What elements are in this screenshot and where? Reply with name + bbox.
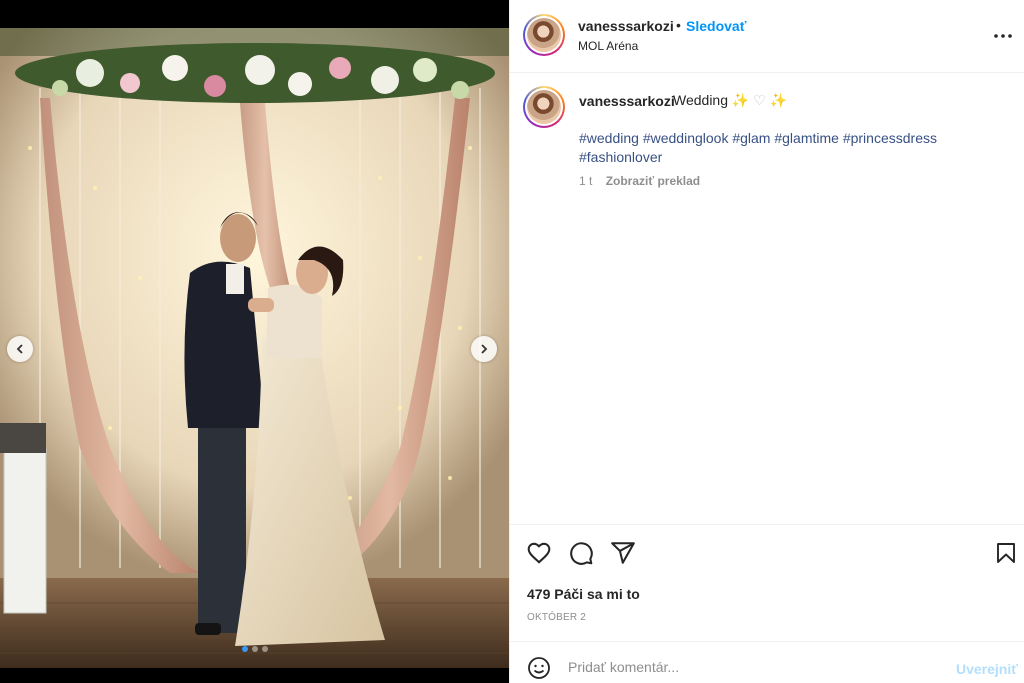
comment-icon[interactable]	[568, 540, 594, 566]
more-options-icon[interactable]	[993, 26, 1013, 46]
follow-button[interactable]: Sledovať	[686, 18, 746, 34]
post-location[interactable]: MOL Aréna	[578, 39, 638, 53]
post-date[interactable]: OKTÓBER 2	[527, 612, 586, 623]
carousel-dot-2	[251, 646, 258, 652]
next-slide-button[interactable]	[471, 336, 497, 362]
white-heart-emoji: ♡	[753, 92, 766, 108]
media-pane	[0, 0, 509, 683]
previous-slide-button[interactable]	[7, 336, 33, 362]
post-comment-button[interactable]: Uverejniť	[956, 661, 1018, 677]
like-count[interactable]: 479 Páči sa mi to	[527, 586, 640, 602]
caption-text: Wedding ✨ ♡ ✨	[673, 92, 787, 109]
header-separator: •	[676, 17, 681, 33]
post-header: vanesssarkozi • Sledovať MOL Aréna	[510, 0, 1024, 73]
comment-bar: Uverejniť	[510, 641, 1024, 683]
hashtags-line-2[interactable]: #fashionlover	[579, 149, 662, 165]
carousel-indicator	[0, 646, 509, 652]
author-avatar[interactable]	[523, 14, 565, 56]
caption-hashtags: #wedding #weddinglook #glam #glamtime #p…	[579, 129, 1009, 167]
caption-time[interactable]: 1 t	[579, 174, 592, 188]
heart-icon[interactable]	[526, 540, 552, 566]
see-translation-link[interactable]: Zobraziť preklad	[606, 174, 700, 188]
caption-meta: 1 t Zobraziť preklad	[579, 174, 700, 188]
emoji-icon[interactable]	[527, 656, 551, 680]
post-details-pane: vanesssarkozi • Sledovať MOL Aréna vanes…	[509, 0, 1024, 683]
carousel-dot-1	[241, 646, 248, 652]
hashtags-line-1[interactable]: #wedding #weddinglook #glam #glamtime #p…	[579, 130, 937, 146]
chevron-left-icon	[16, 344, 23, 354]
author-username[interactable]: vanesssarkozi	[578, 18, 674, 34]
caption-username[interactable]: vanesssarkozi	[579, 93, 675, 109]
carousel-dot-3	[261, 646, 268, 652]
post-photo[interactable]	[0, 28, 509, 668]
post-actions: 479 Páči sa mi to OKTÓBER 2	[510, 524, 1024, 641]
caption-body: Wedding	[673, 92, 729, 108]
wedding-photo-illustration	[0, 28, 509, 668]
comment-input[interactable]	[568, 656, 928, 678]
bookmark-icon[interactable]	[994, 540, 1018, 566]
caption-author-avatar[interactable]	[523, 86, 565, 128]
sparkles-emoji: ✨	[731, 92, 750, 108]
sparkles-emoji: ✨	[769, 92, 788, 108]
share-icon[interactable]	[610, 540, 636, 566]
chevron-right-icon	[481, 344, 488, 354]
